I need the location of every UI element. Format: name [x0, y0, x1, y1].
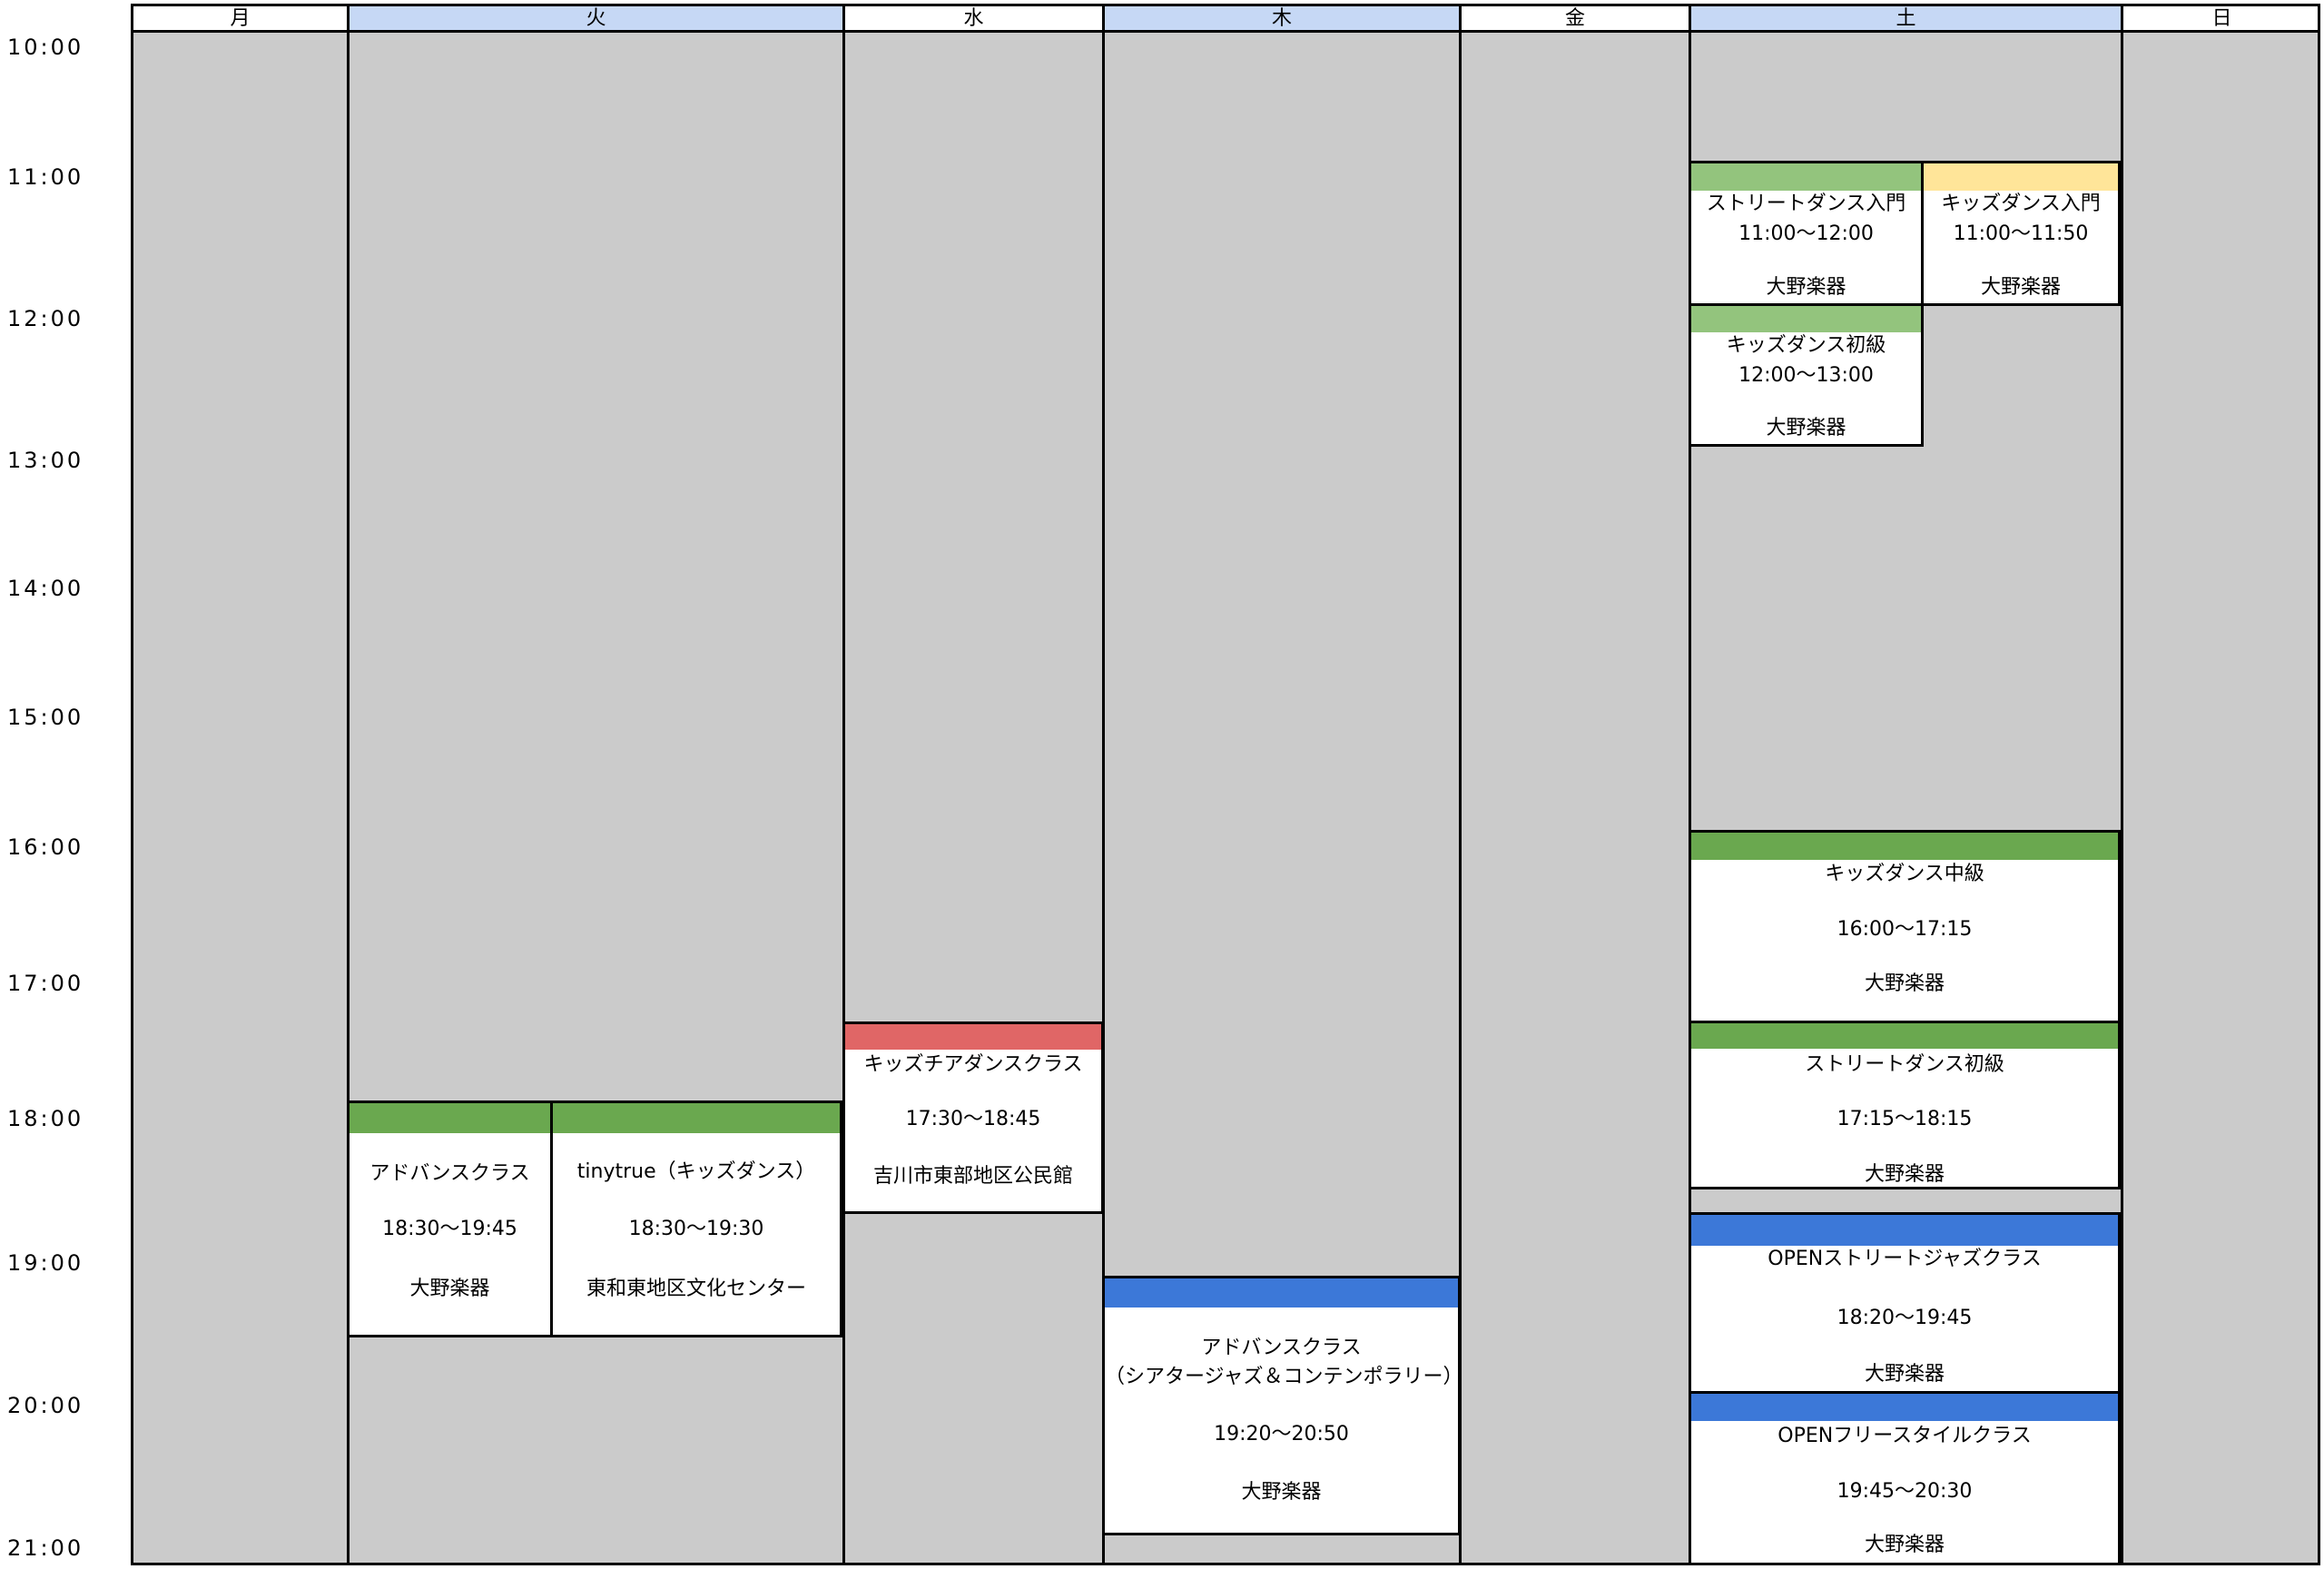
class-block-sat-kids-intermediate[interactable]: キッズダンス中級 16:00〜17:15 大野楽器 — [1689, 830, 2121, 1023]
class-place: 大野楽器 — [1864, 972, 1945, 995]
day-header-mon: 月 — [131, 4, 347, 33]
day-header-sat: 土 — [1689, 4, 2121, 33]
day-column-wed — [842, 33, 1102, 1564]
class-color-bar — [1691, 306, 1921, 332]
class-place: 吉川市東部地区公民館 — [872, 1165, 1073, 1188]
class-subtitle: （シアタージャズ＆コンテンポラリー） — [1105, 1366, 1461, 1388]
weekly-timetable: 10:00 11:00 12:00 13:00 14:00 15:00 16:0… — [0, 0, 2324, 1569]
class-place: 大野楽器 — [1864, 1534, 1945, 1556]
class-title: OPENフリースタイルクラス — [1777, 1425, 2032, 1447]
day-column-mon — [131, 33, 347, 1564]
class-block-sat-kids-beginner[interactable]: キッズダンス初級 12:00〜13:00 大野楽器 — [1689, 303, 1924, 447]
day-header-fri: 金 — [1459, 4, 1689, 33]
class-title: アドバンスクラス — [1201, 1337, 1362, 1359]
class-color-bar — [1691, 1394, 2118, 1421]
class-block-sat-street-beginner[interactable]: ストリートダンス初級 17:15〜18:15 大野楽器 — [1689, 1021, 2121, 1189]
class-title: キッズチアダンスクラス — [863, 1053, 1083, 1076]
class-time: 18:30〜19:45 — [382, 1218, 517, 1240]
class-time: 19:45〜20:30 — [1837, 1480, 1973, 1503]
day-header-thu: 木 — [1102, 4, 1459, 33]
hour-label: 17:00 — [7, 971, 84, 996]
class-color-bar — [1691, 163, 1921, 191]
class-time: 19:20〜20:50 — [1214, 1423, 1349, 1446]
hour-label: 10:00 — [7, 35, 84, 60]
class-block-wed-cheer[interactable]: キッズチアダンスクラス 17:30〜18:45 吉川市東部地区公民館 — [842, 1021, 1104, 1214]
day-header-tue: 火 — [347, 4, 842, 33]
class-block-sat-open-jazz[interactable]: OPENストリートジャズクラス 18:20〜19:45 大野楽器 — [1689, 1212, 2121, 1394]
class-title: アドバンスクラス — [369, 1162, 530, 1185]
class-title: OPENストリートジャズクラス — [1768, 1248, 2042, 1270]
class-title: キッズダンス入門 — [1941, 192, 2101, 215]
hour-label: 11:00 — [7, 164, 84, 190]
class-place: 東和東地区文化センター — [586, 1278, 806, 1300]
class-block-tue-advance[interactable]: アドバンスクラス 18:30〜19:45 大野楽器 — [347, 1100, 553, 1337]
hour-label: 18:00 — [7, 1106, 84, 1131]
class-block-sat-street-intro[interactable]: ストリートダンス入門 11:00〜12:00 大野楽器 — [1689, 161, 1924, 306]
class-title: キッズダンス中級 — [1825, 863, 1984, 885]
hour-label: 14:00 — [7, 576, 84, 601]
class-title: キッズダンス初級 — [1726, 334, 1886, 357]
hour-label: 21:00 — [7, 1535, 84, 1561]
hour-label: 13:00 — [7, 448, 84, 473]
class-color-bar — [845, 1024, 1101, 1050]
class-place: 大野楽器 — [1864, 1363, 1945, 1386]
class-place: 大野楽器 — [1864, 1163, 1945, 1186]
day-column-fri — [1459, 33, 1689, 1564]
class-color-bar — [553, 1103, 840, 1133]
hour-label: 12:00 — [7, 306, 84, 331]
class-place: 大野楽器 — [1241, 1481, 1322, 1504]
class-time: 18:30〜19:30 — [628, 1218, 764, 1240]
class-title: ストリートダンス入門 — [1706, 192, 1906, 215]
class-time: 11:00〜12:00 — [1738, 222, 1874, 245]
class-time: 17:30〜18:45 — [905, 1108, 1041, 1130]
class-time: 12:00〜13:00 — [1738, 364, 1874, 387]
hour-label: 16:00 — [7, 834, 84, 860]
class-place: 大野楽器 — [1980, 276, 2061, 299]
class-block-thu-advance[interactable]: アドバンスクラス （シアタージャズ＆コンテンポラリー） 19:20〜20:50 … — [1102, 1276, 1461, 1535]
day-header-wed: 水 — [842, 4, 1102, 33]
day-column-sun — [2121, 33, 2320, 1564]
class-color-bar — [1105, 1278, 1458, 1308]
class-title: tinytrue（キッズダンス） — [576, 1160, 816, 1183]
class-color-bar — [350, 1103, 550, 1133]
class-place: 大野楽器 — [409, 1278, 490, 1300]
class-color-bar — [1691, 1023, 2118, 1049]
class-color-bar — [1691, 1215, 2118, 1246]
class-time: 11:00〜11:50 — [1953, 222, 2089, 245]
class-time: 16:00〜17:15 — [1837, 918, 1973, 941]
hour-label: 15:00 — [7, 705, 84, 730]
class-place: 大野楽器 — [1766, 417, 1846, 439]
class-color-bar — [1691, 833, 2118, 860]
hour-label: 19:00 — [7, 1250, 84, 1276]
class-block-tue-tinytrue[interactable]: tinytrue（キッズダンス） 18:30〜19:30 東和東地区文化センター — [550, 1100, 842, 1337]
day-header-sun: 日 — [2121, 4, 2320, 33]
class-block-sat-open-free[interactable]: OPENフリースタイルクラス 19:45〜20:30 大野楽器 — [1689, 1391, 2121, 1565]
class-title: ストリートダンス初級 — [1805, 1053, 2004, 1076]
class-place: 大野楽器 — [1766, 276, 1846, 299]
class-block-sat-kids-intro[interactable]: キッズダンス入門 11:00〜11:50 大野楽器 — [1921, 161, 2121, 306]
class-time: 17:15〜18:15 — [1837, 1108, 1973, 1130]
class-time: 18:20〜19:45 — [1837, 1307, 1973, 1329]
class-color-bar — [1924, 163, 2118, 191]
hour-label: 20:00 — [7, 1393, 84, 1418]
